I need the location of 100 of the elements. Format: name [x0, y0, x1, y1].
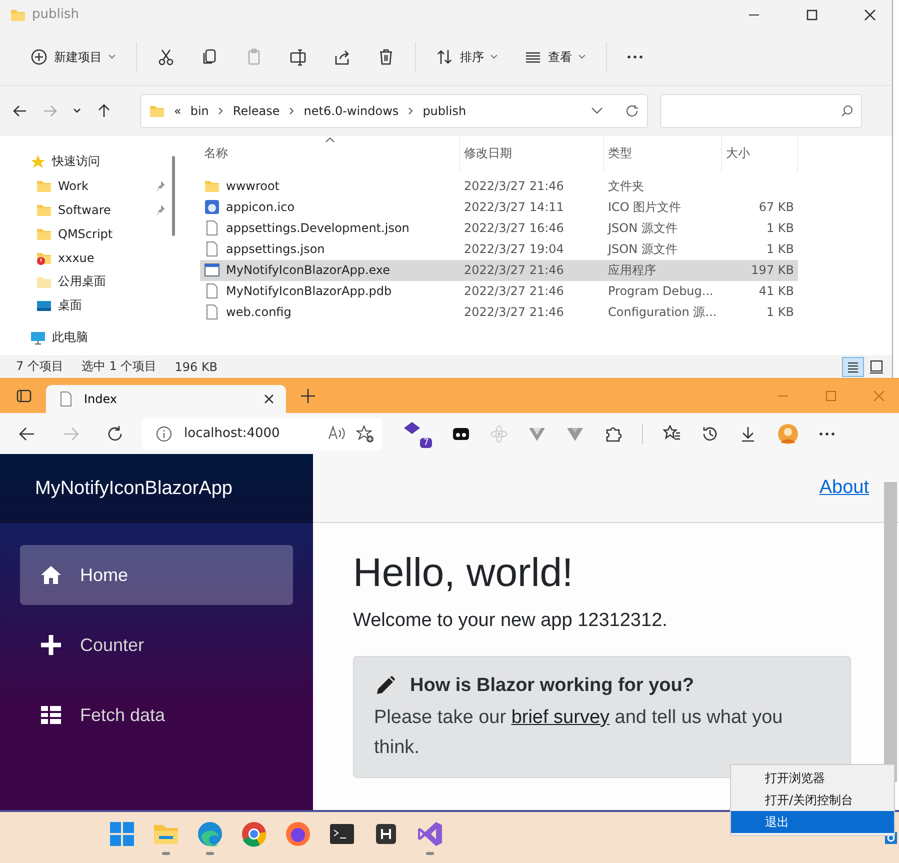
welcome-text: Welcome to your new app 12312312.: [353, 610, 668, 632]
column-header[interactable]: 大小: [722, 136, 798, 172]
file-row[interactable]: MyNotifyIconBlazorApp.exe 2022/3/27 21:46 应用程序 197 KB: [200, 260, 798, 281]
download-icon[interactable]: [739, 424, 757, 442]
nav-link[interactable]: Counter: [20, 615, 293, 675]
column-header[interactable]: 名称: [200, 136, 460, 172]
up-icon[interactable]: [96, 102, 112, 119]
refresh-icon[interactable]: [625, 104, 639, 118]
view-button[interactable]: 查看: [512, 41, 598, 74]
address-bar[interactable]: « bin Release net6.0-windows publish: [140, 94, 648, 128]
details-view-button[interactable]: [842, 356, 864, 377]
scrollbar[interactable]: [172, 156, 175, 236]
status-text: 选中 1 个项目: [81, 358, 157, 376]
file-type: 文件夹: [608, 178, 644, 195]
file-name: MyNotifyIconBlazorApp.pdb: [226, 284, 392, 298]
file-type: 应用程序: [608, 262, 656, 279]
new-button[interactable]: 新建项目: [18, 41, 128, 74]
pencil-icon: [374, 675, 396, 697]
file-name: web.config: [226, 305, 292, 320]
history-icon[interactable]: [701, 424, 719, 442]
sidebar-item[interactable]: Work: [30, 174, 170, 198]
refresh-icon[interactable]: [106, 424, 124, 442]
home-icon: [40, 564, 62, 586]
profile-avatar-icon[interactable]: [777, 422, 799, 444]
file-icon: [204, 283, 220, 300]
file-row[interactable]: web.config 2022/3/27 21:46 Configuration 源... 1 KB: [200, 302, 798, 323]
file-icon: [204, 220, 220, 236]
sort-ascending-icon: [324, 136, 334, 143]
chevron-down-icon[interactable]: [72, 106, 82, 115]
back-icon[interactable]: [12, 102, 28, 119]
more-icon: [627, 55, 643, 60]
file-size: 67 KB: [758, 200, 794, 214]
info-icon: [156, 426, 172, 442]
file-row[interactable]: MyNotifyIconBlazorApp.pdb 2022/3/27 21:46 Program Debug... 41 KB: [200, 280, 798, 302]
survey-title: How is Blazor working for you?: [410, 675, 694, 697]
sidebar-item[interactable]: 快速访问: [30, 150, 170, 174]
sidebar-item[interactable]: xxxue: [30, 246, 170, 270]
tab-actions-icon[interactable]: [16, 388, 32, 404]
file-name: appicon.ico: [226, 200, 295, 214]
menu-item[interactable]: 打开浏览器: [731, 767, 894, 789]
file-size: 1 KB: [766, 242, 794, 256]
file-size: 1 KB: [766, 305, 794, 320]
file-date: 2022/3/27 21:46: [464, 284, 564, 298]
sidebar-item[interactable]: 此电脑: [30, 326, 170, 350]
chevron-right-icon: [288, 106, 295, 115]
chevron-right-icon: [408, 106, 414, 115]
sidebar-item[interactable]: 桌面: [30, 294, 170, 318]
file-icon: [204, 304, 220, 320]
breadcrumb-item[interactable]: net6.0-windows: [304, 104, 399, 118]
breadcrumb-item[interactable]: bin: [190, 104, 209, 118]
nav-link[interactable]: Fetch data: [20, 685, 293, 745]
file-row[interactable]: appicon.ico 2022/3/27 14:11 ICO 图片文件 67 KB: [200, 196, 798, 218]
list-icon: [40, 704, 62, 726]
file-name: MyNotifyIconBlazorApp.exe: [226, 263, 390, 278]
share-icon: [333, 48, 351, 66]
star-icon: [30, 154, 46, 170]
about-link[interactable]: About: [819, 477, 869, 499]
puzzle-icon[interactable]: [604, 424, 622, 442]
rename-icon: [289, 48, 307, 66]
file-row[interactable]: appsettings.json 2022/3/27 19:04 JSON 源文件 1 KB: [200, 238, 798, 260]
breadcrumb-item[interactable]: Release: [232, 104, 280, 118]
maximize-icon[interactable]: [806, 8, 818, 21]
sidebar-item[interactable]: Software: [30, 198, 170, 222]
close-icon[interactable]: [864, 8, 876, 21]
survey-link[interactable]: brief survey: [511, 707, 610, 728]
url-field[interactable]: localhost:4000: [142, 418, 382, 450]
read-aloud-icon[interactable]: [328, 424, 346, 440]
column-header[interactable]: 修改日期: [460, 136, 604, 172]
add-favorite-icon[interactable]: [356, 424, 374, 442]
window-title: publish: [32, 7, 79, 22]
application-icon: [204, 262, 220, 278]
search-icon: [841, 104, 853, 117]
chevron-right-icon: [218, 106, 224, 115]
browser-tab[interactable]: Index: [46, 385, 286, 413]
sidebar-item[interactable]: 公用桌面: [30, 270, 170, 294]
file-size: 1 KB: [766, 221, 794, 236]
extension-button[interactable]: 7: [402, 420, 432, 448]
nav-link[interactable]: Home: [20, 545, 293, 605]
favorites-icon[interactable]: [663, 424, 681, 442]
sidebar-item[interactable]: QMScript: [30, 222, 170, 246]
file-row[interactable]: wwwroot 2022/3/27 21:46 文件夹: [200, 176, 798, 197]
close-icon[interactable]: [264, 394, 274, 404]
file-date: 2022/3/27 19:04: [464, 242, 564, 256]
column-header[interactable]: 类型: [604, 136, 722, 172]
more-icon[interactable]: [819, 432, 835, 436]
search-field[interactable]: [660, 94, 862, 128]
app-brand[interactable]: MyNotifyIconBlazorApp: [35, 478, 232, 500]
menu-item[interactable]: 打开/关闭控制台: [731, 789, 894, 811]
menu-item[interactable]: 退出: [731, 811, 894, 833]
new-tab-icon[interactable]: [300, 388, 316, 404]
breadcrumb-item[interactable]: publish: [422, 104, 466, 118]
file-row[interactable]: appsettings.Development.json 2022/3/27 16:46 JSON 源文件 1 KB: [200, 218, 798, 239]
chevron-down-icon[interactable]: [591, 106, 603, 115]
scrollbar-thumb[interactable]: [884, 482, 897, 782]
file-date: 2022/3/27 21:46: [464, 263, 564, 278]
folder-icon: [204, 178, 220, 194]
breadcrumb-item[interactable]: «: [174, 104, 182, 118]
chevron-down-icon: [578, 54, 586, 60]
sort-button[interactable]: 排序: [424, 41, 510, 74]
back-icon[interactable]: [18, 424, 36, 442]
